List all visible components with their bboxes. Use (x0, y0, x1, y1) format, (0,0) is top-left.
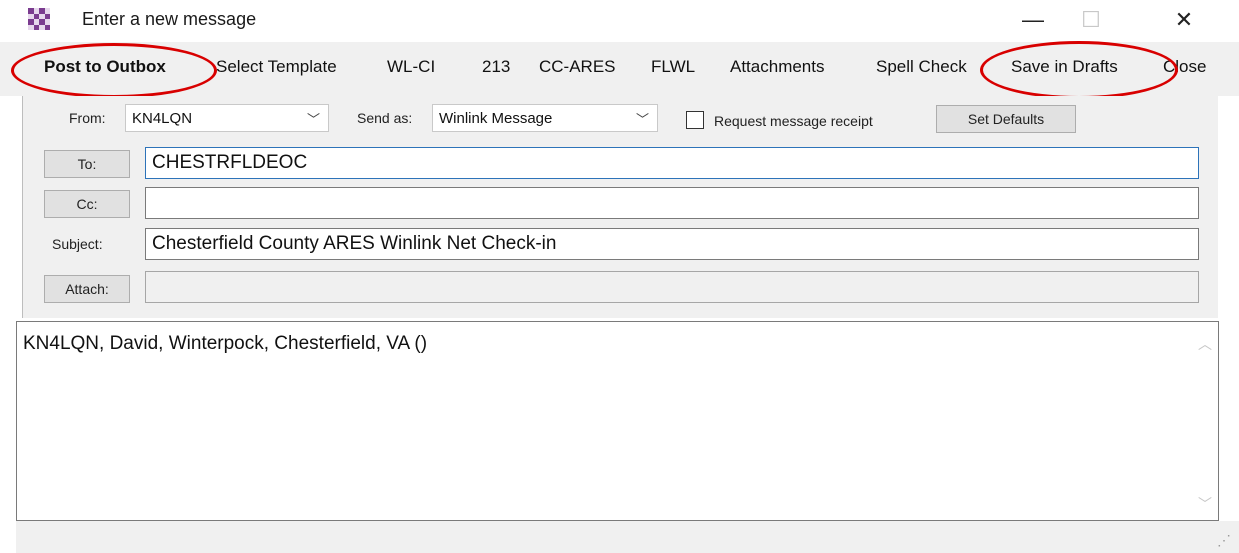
to-field[interactable]: CHESTRFLDEOC (145, 147, 1199, 179)
maximize-button[interactable]: ☐ (1062, 0, 1120, 40)
from-dropdown[interactable]: KN4LQN ﹀ (125, 104, 329, 132)
cc-field[interactable] (145, 187, 1199, 219)
wl-ci-template-button[interactable]: WL-CI (387, 57, 435, 77)
cc-ares-template-button[interactable]: CC-ARES (539, 57, 616, 77)
chevron-down-icon: ﹀ (635, 112, 649, 127)
window-title: Enter a new message (82, 9, 257, 29)
resize-grip-icon[interactable]: ⋰ (1217, 532, 1231, 549)
save-in-drafts-button[interactable]: Save in Drafts (1011, 57, 1118, 77)
subject-value: Chesterfield County ARES Winlink Net Che… (152, 233, 557, 254)
from-label: From: (69, 110, 106, 126)
attach-field (145, 271, 1199, 303)
subject-label: Subject: (52, 236, 103, 252)
message-body-textarea[interactable]: KN4LQN, David, Winterpock, Chesterfield,… (16, 321, 1219, 521)
attach-button[interactable]: Attach: (44, 275, 130, 303)
to-button[interactable]: To: (44, 150, 130, 178)
scroll-up-arrow-icon[interactable]: ︿ (1198, 334, 1212, 354)
to-value: CHESTRFLDEOC (152, 152, 308, 173)
chevron-down-icon: ﹀ (306, 112, 320, 127)
message-body-text: KN4LQN, David, Winterpock, Chesterfield,… (23, 333, 428, 354)
minimize-button[interactable]: — (1004, 0, 1062, 40)
attachments-button[interactable]: Attachments (730, 57, 825, 77)
send-as-dropdown[interactable]: Winlink Message ﹀ (432, 104, 658, 132)
select-template-button[interactable]: Select Template (216, 57, 337, 77)
flwl-template-button[interactable]: FLWL (651, 57, 695, 77)
cc-button[interactable]: Cc: (44, 190, 130, 218)
send-as-label: Send as: (357, 110, 413, 126)
from-value: KN4LQN (132, 110, 193, 127)
scroll-down-arrow-icon[interactable]: ﹀ (1198, 494, 1212, 514)
set-defaults-button[interactable]: Set Defaults (936, 105, 1076, 133)
send-as-value: Winlink Message (439, 110, 553, 127)
checkered-app-icon (28, 8, 50, 30)
request-receipt-label: Request message receipt (714, 113, 873, 129)
spell-check-button[interactable]: Spell Check (876, 57, 967, 77)
close-button[interactable]: Close (1163, 57, 1206, 77)
post-to-outbox-button[interactable]: Post to Outbox (44, 57, 166, 77)
213-template-button[interactable]: 213 (482, 57, 510, 77)
close-window-button[interactable]: ✕ (1155, 0, 1213, 40)
request-receipt-checkbox[interactable] (686, 111, 704, 129)
subject-field[interactable]: Chesterfield County ARES Winlink Net Che… (145, 228, 1199, 260)
status-bar: ⋰ (16, 521, 1239, 553)
